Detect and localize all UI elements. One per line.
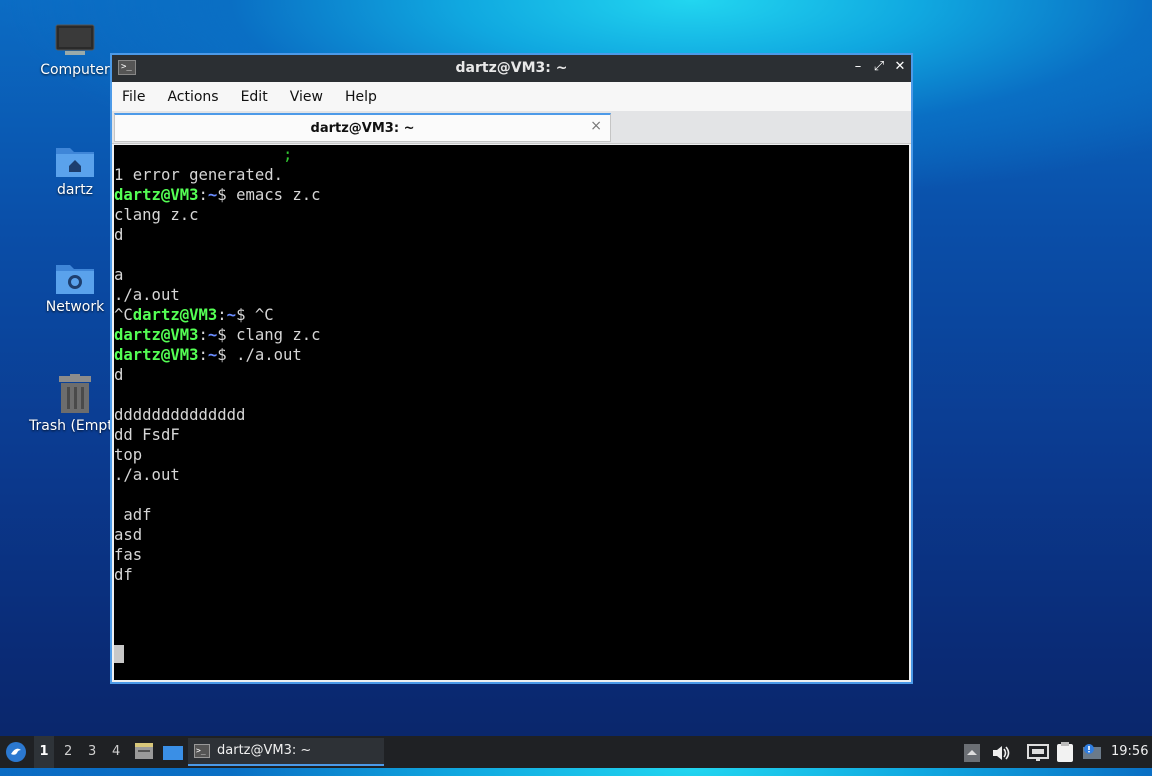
desktop-icon-network[interactable]: Network <box>30 259 120 315</box>
workspace-1[interactable]: 1 <box>34 736 54 768</box>
terminal-line: ^Cdartz@VM3:~$ ^C <box>114 305 909 325</box>
menu-file[interactable]: File <box>122 87 145 107</box>
maximize-button[interactable]: ⤢ <box>871 59 887 75</box>
prompt-user: dartz@VM3 <box>114 186 199 204</box>
prompt-dollar: $ <box>217 326 237 344</box>
workspace-3[interactable]: 3 <box>88 736 96 768</box>
terminal-line: dd FsdF <box>114 426 180 444</box>
desktop-icon-computer[interactable]: Computer <box>30 24 120 78</box>
start-menu-icon[interactable] <box>5 741 27 763</box>
prompt-dollar: $ <box>236 306 255 324</box>
terminal-line: dartz@VM3:~$ clang z.c <box>114 325 909 345</box>
terminal-icon: >_ <box>194 744 210 758</box>
terminal-line: a <box>114 266 124 284</box>
menu-actions[interactable]: Actions <box>167 87 218 107</box>
terminal-line: ./a.out <box>114 466 180 484</box>
command-text: ^C <box>254 306 274 324</box>
prompt-user: dartz@VM3 <box>114 346 199 364</box>
title-bar[interactable]: >_ dartz@VM3: ~ – ⤢ ✕ <box>112 55 911 82</box>
terminal-text: ; <box>114 146 293 164</box>
prompt-user: dartz@VM3 <box>114 326 199 344</box>
terminal-line: top <box>114 446 143 464</box>
clipboard-icon[interactable] <box>1055 741 1075 763</box>
minimize-button[interactable]: – <box>850 59 866 75</box>
ctrl-c-text: ^C <box>114 306 133 324</box>
workspace-2[interactable]: 2 <box>64 736 72 768</box>
terminal-line: adf <box>114 506 152 524</box>
desktop-icon-label: Computer <box>40 62 110 78</box>
notification-icon[interactable] <box>1082 742 1102 762</box>
terminal-line: ; <box>114 145 909 165</box>
menu-help[interactable]: Help <box>345 87 377 107</box>
prompt-dollar: $ <box>217 346 237 364</box>
home-folder-icon <box>55 142 95 178</box>
desktop-icon-label: Network <box>45 299 105 315</box>
terminal-line: dddddddddddddd <box>114 406 246 424</box>
terminal-line: asd <box>114 526 143 544</box>
trash-icon <box>57 374 93 414</box>
monitor-icon <box>55 24 95 58</box>
command-text: clang z.c <box>236 326 321 344</box>
prompt-colon: : <box>217 306 227 324</box>
window-title: dartz@VM3: ~ <box>455 60 568 76</box>
prompt-colon: : <box>198 186 208 204</box>
terminal-output[interactable]: ; 1 error generated. dartz@VM3:~$ emacs … <box>114 145 909 680</box>
network-icon[interactable] <box>1027 743 1049 761</box>
prompt-path: ~ <box>207 346 218 364</box>
terminal-line: dartz@VM3:~$ ./a.out <box>114 345 909 365</box>
tab-label: dartz@VM3: ~ <box>310 121 415 136</box>
prompt-colon: : <box>198 326 208 344</box>
prompt-path: ~ <box>207 186 218 204</box>
volume-icon[interactable] <box>991 743 1011 761</box>
scroll-up-icon[interactable] <box>964 743 980 762</box>
command-text: emacs z.c <box>236 186 321 204</box>
text-cursor <box>114 645 124 663</box>
menu-view[interactable]: View <box>290 87 323 107</box>
desktop-icon-label: dartz <box>56 182 94 198</box>
task-label: dartz@VM3: ~ <box>217 743 312 758</box>
terminal-line: d <box>114 226 124 244</box>
menu-bar: File Actions Edit View Help <box>112 82 911 111</box>
file-manager-icon[interactable] <box>134 741 154 761</box>
terminal-line: ./a.out <box>114 286 180 304</box>
terminal-line: fas <box>114 546 143 564</box>
tab-terminal[interactable]: dartz@VM3: ~ × <box>114 113 611 142</box>
clock[interactable]: 19:56 <box>1111 736 1148 768</box>
taskbar-terminal-task[interactable]: >_ dartz@VM3: ~ <box>188 738 384 766</box>
close-button[interactable]: ✕ <box>892 59 908 75</box>
prompt-dollar: $ <box>217 186 237 204</box>
desktop-icon-home[interactable]: dartz <box>30 142 120 198</box>
prompt-path: ~ <box>207 326 218 344</box>
terminal-line: clang z.c <box>114 206 199 224</box>
terminal-line: df <box>114 566 133 584</box>
show-desktop-icon[interactable] <box>162 743 184 761</box>
prompt-user: dartz@VM3 <box>132 306 218 324</box>
command-text: ./a.out <box>236 346 302 364</box>
tab-close-icon[interactable]: × <box>590 118 602 134</box>
terminal-line: dartz@VM3:~$ emacs z.c <box>114 185 909 205</box>
terminal-line: d <box>114 366 124 384</box>
workspace-4[interactable]: 4 <box>112 736 120 768</box>
network-folder-icon <box>55 259 95 295</box>
menu-edit[interactable]: Edit <box>241 87 268 107</box>
terminal-line: 1 error generated. <box>114 166 283 184</box>
taskbar: 1 2 3 4 >_ dartz@VM3: ~ 19:56 <box>0 736 1152 768</box>
prompt-colon: : <box>198 346 208 364</box>
prompt-path: ~ <box>226 306 237 324</box>
terminal-window[interactable]: >_ dartz@VM3: ~ – ⤢ ✕ File Actions Edit … <box>110 53 913 684</box>
tab-bar: dartz@VM3: ~ × <box>112 111 911 144</box>
